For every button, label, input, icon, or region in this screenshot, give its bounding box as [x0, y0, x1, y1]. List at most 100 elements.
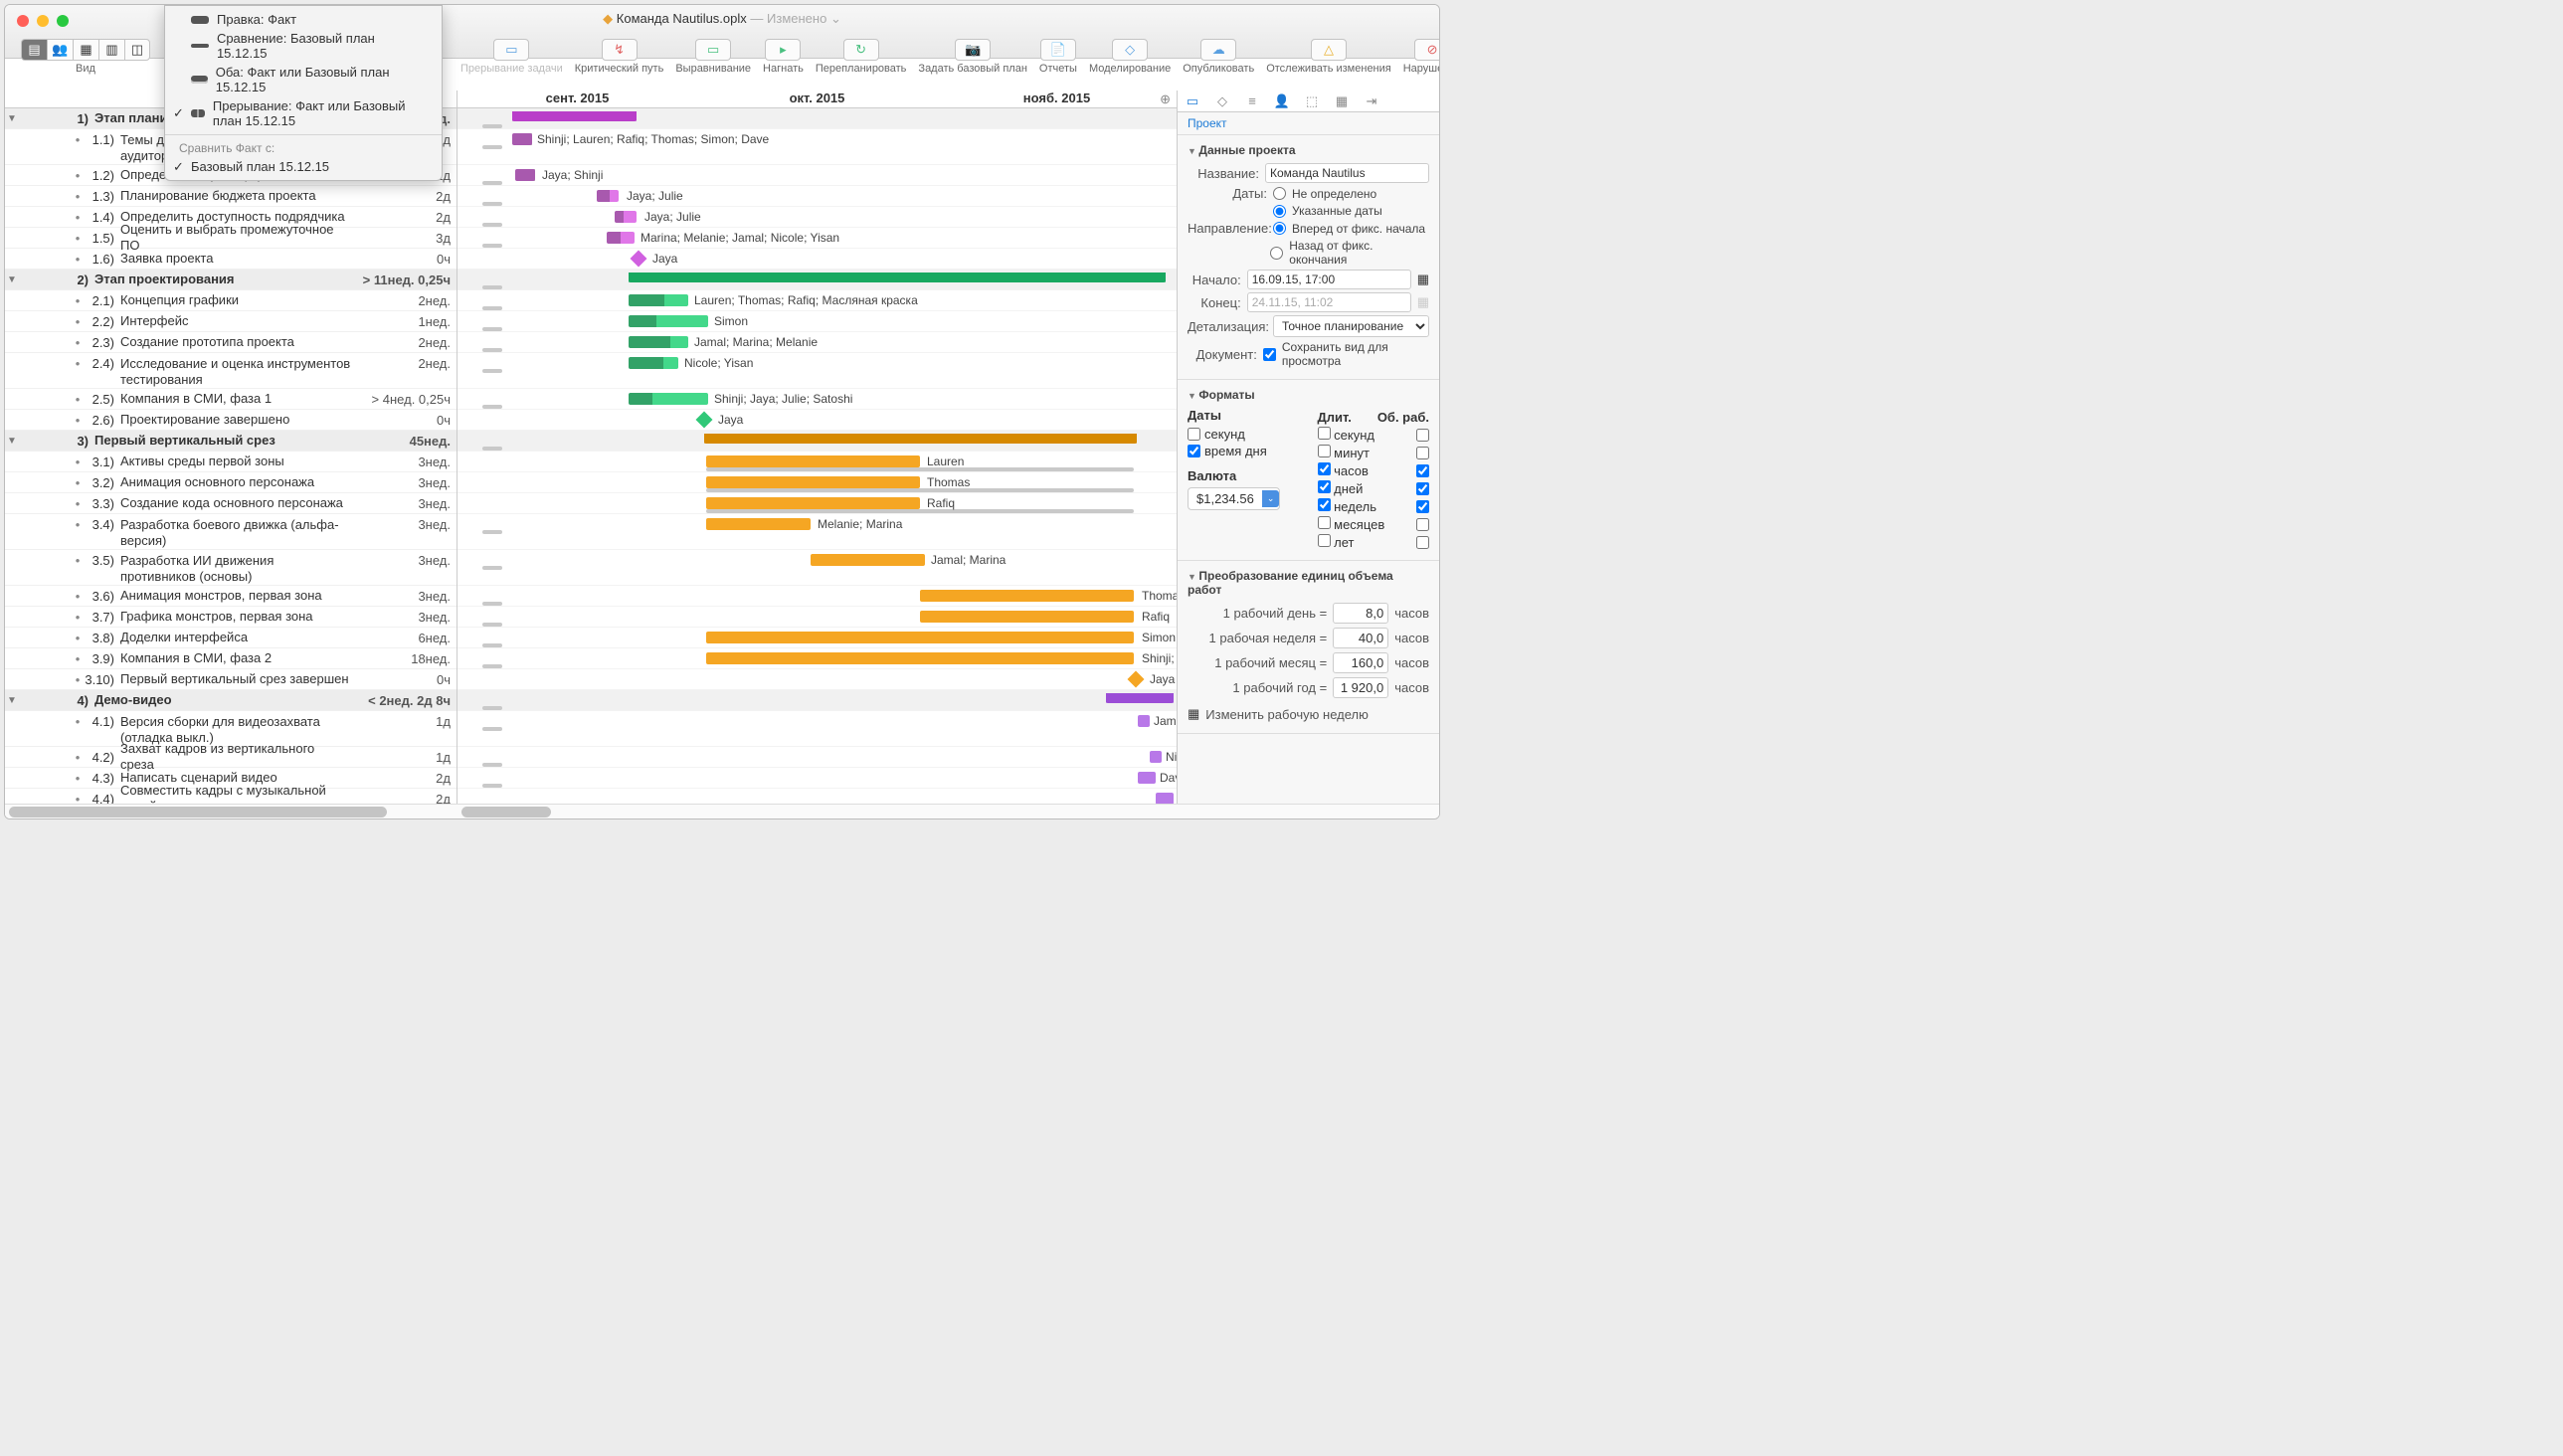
gantt-bar[interactable]: [512, 111, 637, 121]
task-row[interactable]: •3.10)Первый вертикальный срез завершен0…: [5, 669, 457, 690]
project-name-input[interactable]: [1265, 163, 1429, 183]
dur-minutes-checkbox[interactable]: [1318, 445, 1331, 457]
gantt-row[interactable]: Rafiq: [458, 493, 1177, 514]
task-row[interactable]: ▼3)Первый вертикальный срез45нед.: [5, 431, 457, 452]
gantt-bar[interactable]: [706, 518, 811, 530]
gantt-row[interactable]: Jaya: [458, 249, 1177, 270]
calendar-icon[interactable]: ▦: [1417, 272, 1429, 287]
gantt-bar[interactable]: [706, 476, 920, 488]
gantt-row[interactable]: [458, 270, 1177, 290]
gantt-row[interactable]: [458, 690, 1177, 711]
task-row[interactable]: ▼2)Этап проектирования> 11нед. 0,25ч: [5, 270, 457, 290]
task-row[interactable]: •3.9)Компания в СМИ, фаза 218нед.: [5, 648, 457, 669]
task-row[interactable]: •1.3)Планирование бюджета проекта2д: [5, 186, 457, 207]
dates-undefined-radio[interactable]: [1273, 187, 1286, 200]
view-mode-segmented[interactable]: ▤ 👥 ▦ ▥ ◫ Вид: [21, 39, 150, 75]
gantt-bar[interactable]: [1106, 693, 1174, 703]
gantt-bar[interactable]: [629, 336, 688, 348]
gantt-row[interactable]: Shinji; Jaya; Julie; Satoshi: [458, 389, 1177, 410]
eff-weeks-checkbox[interactable]: [1416, 500, 1429, 513]
gantt-row[interactable]: Melanie; Marina: [458, 514, 1177, 550]
eff-days-checkbox[interactable]: [1416, 482, 1429, 495]
gantt-row[interactable]: Thomas: [458, 472, 1177, 493]
dur-months-checkbox[interactable]: [1318, 516, 1331, 529]
date-seconds-checkbox[interactable]: [1188, 428, 1200, 441]
task-row[interactable]: •3.5)Разработка ИИ движения противников …: [5, 550, 457, 586]
gantt-row[interactable]: Shinji; Lauren; Rafiq; Thomas; Simon; Da…: [458, 129, 1177, 165]
dur-hours-checkbox[interactable]: [1318, 462, 1331, 475]
gantt-row[interactable]: [458, 431, 1177, 452]
menu-item[interactable]: Правка: Факт: [165, 10, 442, 29]
gantt-row[interactable]: Dav: [458, 768, 1177, 789]
gantt-row[interactable]: Nicole; Yisan: [458, 353, 1177, 389]
gantt-bar[interactable]: [1138, 715, 1150, 727]
inspector-tab-resource[interactable]: 👤: [1273, 93, 1291, 109]
gantt-row[interactable]: Jamal; Marina: [458, 550, 1177, 586]
task-interrupt-button[interactable]: ▭Прерывание задачи: [460, 39, 563, 75]
gantt-row[interactable]: Jaya: [458, 669, 1177, 690]
task-row[interactable]: •1.6)Заявка проекта0ч: [5, 249, 457, 270]
gantt-bar[interactable]: [629, 315, 708, 327]
gantt-row[interactable]: Jamal: [458, 711, 1177, 747]
currency-select[interactable]: $1,234.56⌄: [1188, 487, 1280, 510]
eff-minutes-checkbox[interactable]: [1416, 447, 1429, 459]
inspector-tab-milestone[interactable]: ◇: [1213, 93, 1231, 109]
gantt-row[interactable]: Jaya; Julie: [458, 186, 1177, 207]
hours-per-week-input[interactable]: [1333, 628, 1388, 648]
milestone-marker[interactable]: [1128, 671, 1145, 688]
task-row[interactable]: •2.4)Исследование и оценка инструментов …: [5, 353, 457, 389]
gantt-bar[interactable]: [811, 554, 925, 566]
gantt-row[interactable]: Jaya; Julie: [458, 207, 1177, 228]
task-row[interactable]: •3.3)Создание кода основного персонажа3н…: [5, 493, 457, 514]
task-row[interactable]: ▼4)Демо-видео< 2нед. 2д 8ч: [5, 690, 457, 711]
task-row[interactable]: •2.3)Создание прототипа проекта2нед.: [5, 332, 457, 353]
zoom-icon[interactable]: ⊕: [1160, 91, 1171, 107]
menu-item[interactable]: Сравнение: Базовый план 15.12.15: [165, 29, 442, 63]
gantt-bar[interactable]: [1150, 751, 1162, 763]
dur-seconds-checkbox[interactable]: [1318, 427, 1331, 440]
task-row[interactable]: •3.8)Доделки интерфейса6нед.: [5, 628, 457, 648]
task-row[interactable]: •3.1)Активы среды первой зоны3нед.: [5, 452, 457, 472]
start-date-input[interactable]: [1247, 270, 1411, 289]
gantt-row[interactable]: Jamal; Marina; Melanie: [458, 332, 1177, 353]
milestone-marker[interactable]: [696, 412, 713, 429]
inspector-tab-project[interactable]: ▭: [1184, 93, 1201, 109]
gantt-bar[interactable]: [629, 273, 1166, 282]
gantt-scrollbar[interactable]: [458, 804, 1177, 819]
reports-button[interactable]: 📄Отчеты: [1039, 39, 1077, 75]
gantt-row[interactable]: Jaya; Shinji: [458, 165, 1177, 186]
save-view-checkbox[interactable]: [1263, 348, 1276, 361]
task-row[interactable]: •2.5)Компания в СМИ, фаза 1> 4нед. 0,25ч: [5, 389, 457, 410]
gantt-bar[interactable]: [704, 434, 1137, 444]
track-changes-button[interactable]: △Отслеживать изменения: [1266, 39, 1391, 75]
menu-compare-baseline[interactable]: ✓Базовый план 15.12.15: [165, 157, 442, 176]
gantt-bar[interactable]: [629, 294, 688, 306]
gantt-bar[interactable]: [706, 455, 920, 467]
level-button[interactable]: ▭Выравнивание: [675, 39, 751, 75]
task-row[interactable]: •1.5)Оценить и выбрать промежуточное ПО3…: [5, 228, 457, 249]
catchup-button[interactable]: ▸Нагнать: [763, 39, 804, 75]
gantt-bar[interactable]: [629, 393, 708, 405]
gantt-row[interactable]: Rafiq: [458, 607, 1177, 628]
gantt-row[interactable]: Jaya: [458, 410, 1177, 431]
eff-hours-checkbox[interactable]: [1416, 464, 1429, 477]
gantt-bar[interactable]: [597, 190, 619, 202]
gantt-row[interactable]: Simon: [458, 628, 1177, 648]
gantt-bar[interactable]: [615, 211, 637, 223]
inspector-tab-export[interactable]: ⇥: [1363, 93, 1380, 109]
task-row[interactable]: •4.2)Захват кадров из вертикального срез…: [5, 747, 457, 768]
gantt-bar[interactable]: [515, 169, 535, 181]
eff-years-checkbox[interactable]: [1416, 536, 1429, 549]
hours-per-year-input[interactable]: [1333, 677, 1388, 698]
task-row[interactable]: •3.7)Графика монстров, первая зона3нед.: [5, 607, 457, 628]
task-row[interactable]: •2.1)Концепция графики2нед.: [5, 290, 457, 311]
hours-per-day-input[interactable]: [1333, 603, 1388, 624]
hours-per-month-input[interactable]: [1333, 652, 1388, 673]
gantt-row[interactable]: Lauren; Thomas; Rafiq; Масляная краска: [458, 290, 1177, 311]
inspector-tabs[interactable]: ▭ ◇ ≡ 👤 ⬚ ▦ ⇥: [1178, 91, 1439, 112]
milestone-marker[interactable]: [631, 251, 647, 268]
violations-button[interactable]: ⊘Нарушения: [1403, 39, 1440, 75]
dur-weeks-checkbox[interactable]: [1318, 498, 1331, 511]
task-row[interactable]: •2.6)Проектирование завершено0ч: [5, 410, 457, 431]
dur-days-checkbox[interactable]: [1318, 480, 1331, 493]
